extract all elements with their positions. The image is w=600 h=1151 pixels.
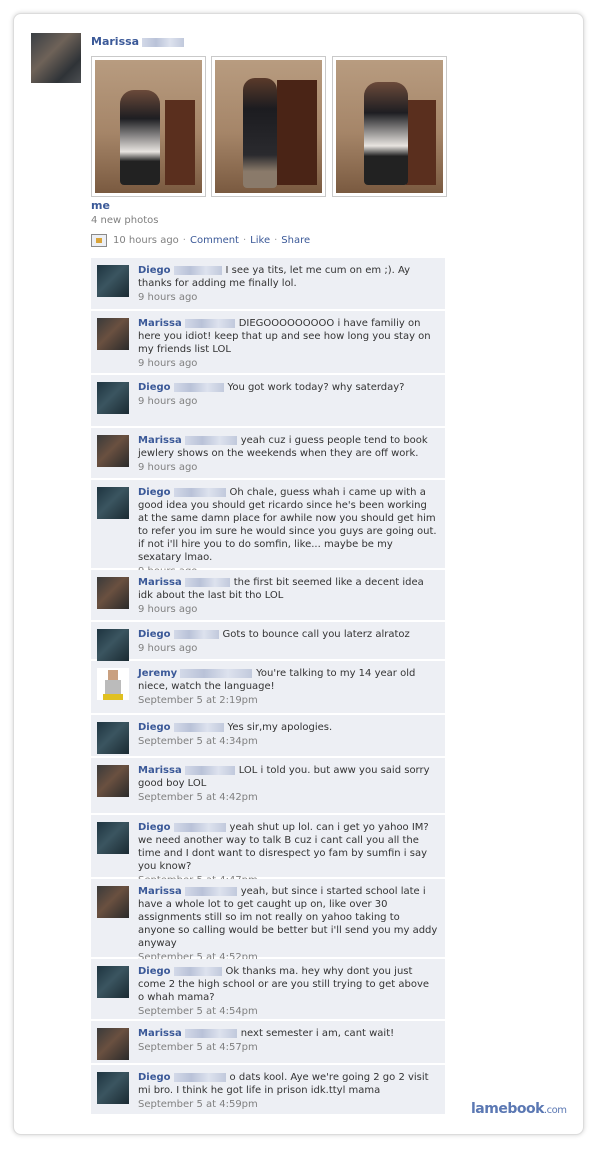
album-title[interactable]: me — [91, 199, 110, 212]
comment-item: Marissa DIEGOOOOOOOOO i have familiy on h… — [91, 311, 445, 374]
commenter-name[interactable]: Diego — [138, 265, 171, 276]
comment-timestamp[interactable]: September 5 at 4:34pm — [138, 735, 438, 748]
comment-item: Marissa yeah, but since i started school … — [91, 879, 445, 963]
blurred-surname — [173, 629, 219, 639]
comment-text: You got work today? why saterday? — [227, 382, 405, 393]
commenter-name[interactable]: Marissa — [138, 435, 182, 446]
share-link[interactable]: Share — [281, 235, 310, 246]
like-link[interactable]: Like — [250, 235, 270, 246]
comment-timestamp[interactable]: 9 hours ago — [138, 291, 438, 304]
album-photo-3[interactable] — [332, 56, 447, 197]
comment-timestamp[interactable]: 9 hours ago — [138, 461, 438, 474]
comment-text: Yes sir,my apologies. — [227, 722, 333, 733]
blurred-surname — [173, 1072, 226, 1082]
comment-timestamp[interactable]: September 5 at 2:19pm — [138, 694, 438, 707]
comment-item: Marissa the first bit seemed like a decen… — [91, 570, 445, 621]
commenter-avatar[interactable] — [97, 1072, 129, 1104]
comment-timestamp[interactable]: 9 hours ago — [138, 603, 438, 616]
comment-text: yeah, but since i started school late i … — [138, 886, 438, 949]
commenter-name[interactable]: Diego — [138, 722, 171, 733]
commenter-name[interactable]: Marissa — [138, 577, 182, 588]
comment-timestamp[interactable]: September 5 at 4:42pm — [138, 791, 438, 804]
commenter-name[interactable]: Jeremy — [138, 668, 177, 679]
comment-text: Gots to bounce call you laterz alratoz — [222, 629, 410, 640]
photo-album-icon — [91, 234, 107, 247]
comment-timestamp[interactable]: 9 hours ago — [138, 357, 438, 370]
blurred-surname — [173, 966, 222, 976]
commenter-avatar[interactable] — [97, 765, 129, 797]
comment-item: Diego Oh chale, guess whah i came up with… — [91, 480, 445, 577]
commenter-avatar[interactable] — [97, 822, 129, 854]
comment-timestamp[interactable]: September 5 at 4:59pm — [138, 1098, 438, 1111]
commenter-avatar[interactable] — [97, 966, 129, 998]
comment-item: Diego yeah shut up lol. can i get yo yaho… — [91, 815, 445, 886]
blurred-surname — [173, 822, 226, 832]
commenter-name[interactable]: Marissa — [138, 318, 182, 329]
comment-timestamp[interactable]: September 5 at 4:57pm — [138, 1041, 438, 1054]
commenter-name[interactable]: Diego — [138, 1072, 171, 1083]
post-timestamp[interactable]: 10 hours ago — [113, 235, 179, 246]
blurred-surname — [173, 265, 222, 275]
commenter-name[interactable]: Marissa — [138, 1028, 182, 1039]
blurred-surname — [180, 668, 253, 678]
comment-link[interactable]: Comment — [190, 235, 239, 246]
commenter-avatar[interactable] — [97, 722, 129, 754]
blurred-surname — [173, 487, 226, 497]
album-photo-1[interactable] — [91, 56, 206, 197]
commenter-avatar[interactable] — [97, 435, 129, 467]
story-actions: 10 hours ago · Comment · Like · Share — [91, 234, 310, 247]
comment-timestamp[interactable]: 9 hours ago — [138, 395, 438, 408]
commenter-avatar[interactable] — [97, 265, 129, 297]
commenter-name[interactable]: Marissa — [138, 765, 182, 776]
commenter-avatar[interactable] — [97, 382, 129, 414]
album-photo-2[interactable] — [211, 56, 326, 197]
commenter-name[interactable]: Diego — [138, 629, 171, 640]
commenter-avatar[interactable] — [97, 487, 129, 519]
blurred-surname — [184, 577, 230, 587]
blurred-surname — [184, 318, 235, 328]
commenter-avatar[interactable] — [97, 1028, 129, 1060]
comment-item: Jeremy You're talking to my 14 year old n… — [91, 661, 445, 714]
blurred-surname — [184, 765, 235, 775]
commenter-avatar[interactable] — [97, 577, 129, 609]
comment-text: next semester i am, cant wait! — [240, 1028, 395, 1039]
comment-item: Diego Gots to bounce call you laterz alra… — [91, 622, 445, 661]
poster-name[interactable]: Marissa — [91, 35, 185, 48]
blurred-surname — [184, 435, 237, 445]
comment-item: Marissa yeah cuz i guess people tend to b… — [91, 428, 445, 479]
album-photo-count: 4 new photos — [91, 215, 159, 226]
comment-item: Diego o dats kool. Aye we're going 2 go 2… — [91, 1065, 445, 1115]
comment-timestamp[interactable]: 9 hours ago — [138, 642, 438, 655]
comment-text: Oh chale, guess whah i came up with a go… — [138, 487, 437, 563]
blurred-surname — [184, 1028, 237, 1038]
comment-timestamp[interactable]: September 5 at 4:54pm — [138, 1005, 438, 1018]
comment-item: Diego I see ya tits, let me cum on em ;).… — [91, 258, 445, 310]
blurred-surname — [173, 382, 224, 392]
lamebook-logo: lamebook.com — [471, 1101, 567, 1117]
commenter-name[interactable]: Diego — [138, 822, 171, 833]
commenter-name[interactable]: Marissa — [138, 886, 182, 897]
commenter-avatar[interactable] — [97, 668, 129, 700]
blurred-surname — [173, 722, 224, 732]
commenter-avatar[interactable] — [97, 886, 129, 918]
comment-item: Marissa LOL i told you. but aww you said … — [91, 758, 445, 814]
commenter-avatar[interactable] — [97, 318, 129, 350]
comment-item: Diego Ok thanks ma. hey why dont you just… — [91, 959, 445, 1020]
commenter-name[interactable]: Diego — [138, 382, 171, 393]
blurred-surname — [184, 886, 237, 896]
poster-avatar[interactable] — [31, 33, 81, 83]
commenter-name[interactable]: Diego — [138, 966, 171, 977]
comment-item: Diego Yes sir,my apologies. September 5 at… — [91, 715, 445, 757]
blurred-surname — [142, 37, 185, 47]
commenter-name[interactable]: Diego — [138, 487, 171, 498]
comment-item: Marissa next semester i am, cant wait! Sep… — [91, 1021, 445, 1064]
commenter-avatar[interactable] — [97, 629, 129, 661]
comment-item: Diego You got work today? why saterday? 9 … — [91, 375, 445, 427]
